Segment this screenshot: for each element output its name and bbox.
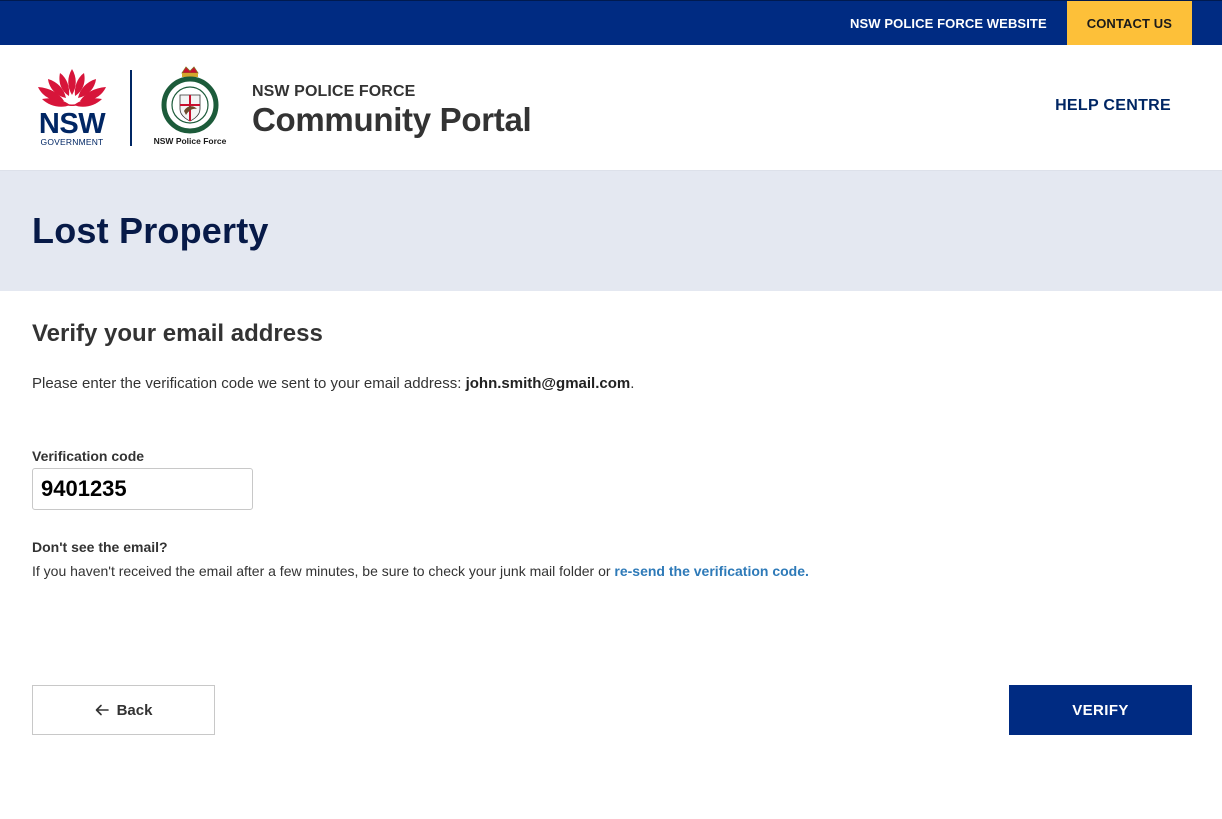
section-heading: Verify your email address [32, 320, 323, 347]
site-header: NSW GOVERNMENT NSW Police Force NSW POLI… [0, 45, 1222, 171]
nsw-government-logo: NSW GOVERNMENT [34, 65, 110, 147]
verify-email-form: Verify your email address Please enter t… [0, 291, 1222, 819]
arrow-left-icon [95, 704, 109, 716]
missing-email-text: If you haven't received the email after … [32, 563, 615, 579]
page-title: Lost Property [32, 210, 269, 251]
missing-email-help: If you haven't received the email after … [32, 562, 1192, 580]
page-banner: Lost Property [0, 171, 1222, 291]
verification-code-input[interactable] [32, 468, 253, 510]
verification-code-label: Verification code [32, 448, 145, 464]
nsw-logo-government: GOVERNMENT [40, 136, 104, 147]
instruction-text: Please enter the verification code we se… [32, 374, 1192, 394]
verify-button[interactable]: VERIFY [1009, 685, 1192, 735]
police-website-link[interactable]: NSW POLICE FORCE WEBSITE [830, 1, 1067, 45]
back-button-label: Back [116, 701, 153, 719]
portal-branding: NSW POLICE FORCE Community Portal [252, 82, 532, 138]
resend-code-link[interactable]: re-send the verification code. [614, 563, 809, 579]
contact-us-link[interactable]: CONTACT US [1066, 1, 1192, 45]
nsw-logo-word: NSW [38, 107, 106, 140]
back-button[interactable]: Back [32, 685, 215, 735]
police-logo-caption: NSW Police Force [153, 135, 227, 146]
instruction-lead: Please enter the verification code we se… [32, 375, 466, 392]
logo-group[interactable]: NSW GOVERNMENT NSW Police Force [34, 45, 230, 170]
instruction-end: . [630, 375, 635, 392]
portal-title: Community Portal [252, 100, 532, 138]
form-actions: Back VERIFY [32, 685, 1192, 735]
portal-subtitle: NSW POLICE FORCE [252, 82, 416, 100]
email-address: john.smith@gmail.com [465, 375, 631, 392]
waratah-icon [38, 68, 106, 107]
help-centre-link[interactable]: HELP CENTRE [1055, 97, 1171, 115]
logo-divider [130, 69, 132, 146]
top-utility-bar: NSW POLICE FORCE WEBSITE CONTACT US [0, 0, 1222, 45]
missing-email-heading: Don't see the email? [32, 539, 168, 555]
police-crest-icon [161, 65, 219, 133]
nsw-police-logo: NSW Police Force [150, 65, 230, 149]
